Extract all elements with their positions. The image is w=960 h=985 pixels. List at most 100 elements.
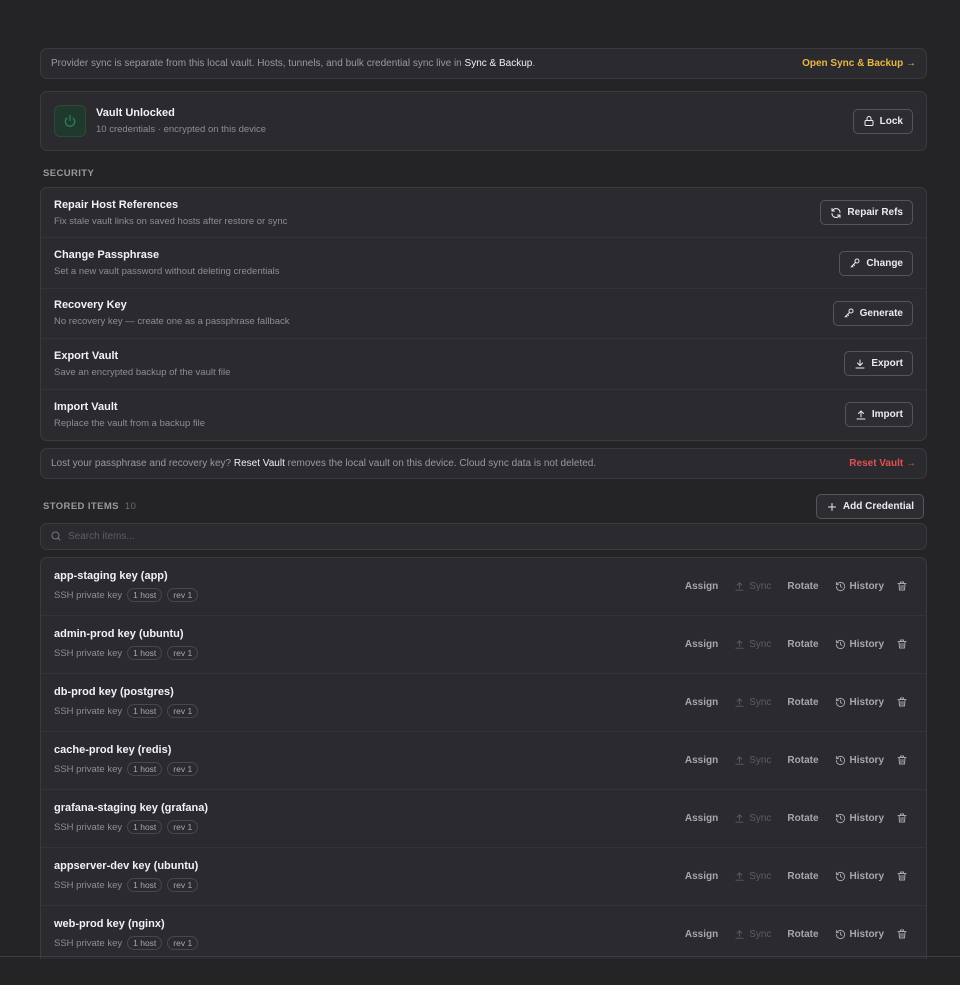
credential-type: SSH private key xyxy=(54,879,123,891)
rotate-button[interactable]: Rotate xyxy=(779,755,826,766)
vault-status-text: Vault Unlocked 10 credentials · encrypte… xyxy=(96,107,266,135)
status-bar-divider xyxy=(0,956,960,957)
security-row-title: Recovery Key xyxy=(54,299,127,312)
rotate-button[interactable]: Rotate xyxy=(779,813,826,824)
import-vault-button[interactable]: Import xyxy=(844,402,913,428)
credential-name: app-staging key (app) xyxy=(54,570,168,583)
rotate-button[interactable]: Rotate xyxy=(779,639,826,650)
lock-button[interactable]: Lock xyxy=(852,108,913,134)
sync-button[interactable]: Sync xyxy=(726,697,779,708)
revision-badge: rev 1 xyxy=(167,936,199,951)
credential-row[interactable]: grafana-staging key (grafana) SSH privat… xyxy=(41,790,926,848)
security-row-recovery: Recovery Key No recovery key — create on… xyxy=(41,289,926,340)
import-label: Import xyxy=(871,409,903,421)
change-label: Change xyxy=(866,257,903,269)
host-count-badge: 1 host xyxy=(127,704,163,719)
generate-label: Generate xyxy=(859,307,903,319)
reset-notice-tail: removes the local vault on this device. … xyxy=(284,457,597,469)
reset-vault-link[interactable]: Reset Vault → xyxy=(849,458,916,469)
history-button[interactable]: History xyxy=(827,755,892,766)
history-button[interactable]: History xyxy=(827,697,892,708)
history-icon xyxy=(835,871,845,882)
trash-icon[interactable] xyxy=(892,870,913,882)
repair-refs-label: Repair Refs xyxy=(847,207,903,219)
credential-row[interactable]: appserver-dev key (ubuntu) SSH private k… xyxy=(41,848,926,906)
change-passphrase-button[interactable]: Change xyxy=(839,250,913,276)
security-row-passphrase: Change Passphrase Set a new vault passwo… xyxy=(41,238,926,289)
sync-button[interactable]: Sync xyxy=(726,755,779,766)
assign-button[interactable]: Assign xyxy=(677,813,726,824)
open-sync-backup-link[interactable]: Open Sync & Backup → xyxy=(802,58,916,69)
upload-icon xyxy=(735,582,744,591)
security-row-subtitle: Save an encrypted backup of the vault fi… xyxy=(54,366,231,378)
upload-icon xyxy=(735,640,744,649)
add-credential-label: Add Credential xyxy=(842,501,914,513)
credential-meta: SSH private key 1 host rev 1 xyxy=(54,762,199,777)
host-count-badge: 1 host xyxy=(127,588,163,603)
host-count-badge: 1 host xyxy=(127,820,163,835)
assign-button[interactable]: Assign xyxy=(677,755,726,766)
assign-button[interactable]: Assign xyxy=(677,697,726,708)
sync-button[interactable]: Sync xyxy=(726,639,779,650)
credential-meta: SSH private key 1 host rev 1 xyxy=(54,820,208,835)
stored-items-count: 10 xyxy=(124,501,137,513)
sync-label: Sync xyxy=(749,754,772,766)
rotate-button[interactable]: Rotate xyxy=(779,929,826,940)
sync-button[interactable]: Sync xyxy=(726,581,779,592)
plus-icon xyxy=(827,502,836,511)
history-button[interactable]: History xyxy=(827,813,892,824)
history-button[interactable]: History xyxy=(827,871,892,882)
trash-icon[interactable] xyxy=(892,812,913,824)
trash-icon[interactable] xyxy=(892,928,913,940)
history-button[interactable]: History xyxy=(827,929,892,940)
search-input[interactable] xyxy=(68,530,868,542)
trash-icon[interactable] xyxy=(892,754,913,766)
rotate-button[interactable]: Rotate xyxy=(779,581,826,592)
security-row-title: Import Vault xyxy=(54,400,118,413)
credential-type: SSH private key xyxy=(54,763,123,775)
credential-row[interactable]: cache-prod key (redis) SSH private key 1… xyxy=(41,732,926,790)
security-panel: Repair Host References Fix stale vault l… xyxy=(40,187,927,441)
add-credential-button[interactable]: Add Credential xyxy=(815,494,924,520)
credential-actions: Assign Sync Rotate History xyxy=(677,638,913,650)
generate-recovery-key-button[interactable]: Generate xyxy=(832,300,913,326)
history-icon xyxy=(835,639,845,650)
export-vault-button[interactable]: Export xyxy=(844,351,913,377)
history-button[interactable]: History xyxy=(827,639,892,650)
rotate-button[interactable]: Rotate xyxy=(779,871,826,882)
assign-button[interactable]: Assign xyxy=(677,929,726,940)
credential-row[interactable]: web-prod key (nginx) SSH private key 1 h… xyxy=(41,906,926,959)
history-icon xyxy=(835,581,845,592)
revision-badge: rev 1 xyxy=(167,646,199,661)
credential-meta: SSH private key 1 host rev 1 xyxy=(54,704,199,719)
credential-row[interactable]: db-prod key (postgres) SSH private key 1… xyxy=(41,674,926,732)
search-icon xyxy=(51,531,61,541)
assign-button[interactable]: Assign xyxy=(677,871,726,882)
sync-button[interactable]: Sync xyxy=(726,929,779,940)
assign-button[interactable]: Assign xyxy=(677,581,726,592)
revision-badge: rev 1 xyxy=(167,820,199,835)
stored-items-list: app-staging key (app) SSH private key 1 … xyxy=(40,556,927,959)
revision-badge: rev 1 xyxy=(167,762,199,777)
trash-icon[interactable] xyxy=(892,580,913,592)
sync-button[interactable]: Sync xyxy=(726,813,779,824)
credential-row[interactable]: admin-prod key (ubuntu) SSH private key … xyxy=(41,616,926,674)
sync-button[interactable]: Sync xyxy=(726,871,779,882)
history-button[interactable]: History xyxy=(827,581,892,592)
sync-notice-link[interactable]: Sync & Backup xyxy=(465,58,533,69)
rotate-button[interactable]: Rotate xyxy=(779,697,826,708)
credential-actions: Assign Sync Rotate History xyxy=(677,870,913,882)
sync-notice-tail: . xyxy=(532,58,536,69)
credential-meta: SSH private key 1 host rev 1 xyxy=(54,646,199,661)
assign-button[interactable]: Assign xyxy=(677,639,726,650)
credential-meta: SSH private key 1 host rev 1 xyxy=(54,878,199,893)
credential-row[interactable]: app-staging key (app) SSH private key 1 … xyxy=(41,558,926,616)
reset-notice-link[interactable]: Reset Vault xyxy=(234,458,285,469)
trash-icon[interactable] xyxy=(892,638,913,650)
credential-name: web-prod key (nginx) xyxy=(54,918,165,931)
history-label: History xyxy=(849,638,884,650)
security-row-title: Repair Host References xyxy=(54,198,179,211)
sync-label: Sync xyxy=(749,638,772,650)
trash-icon[interactable] xyxy=(892,696,913,708)
repair-refs-button[interactable]: Repair Refs xyxy=(820,200,913,226)
